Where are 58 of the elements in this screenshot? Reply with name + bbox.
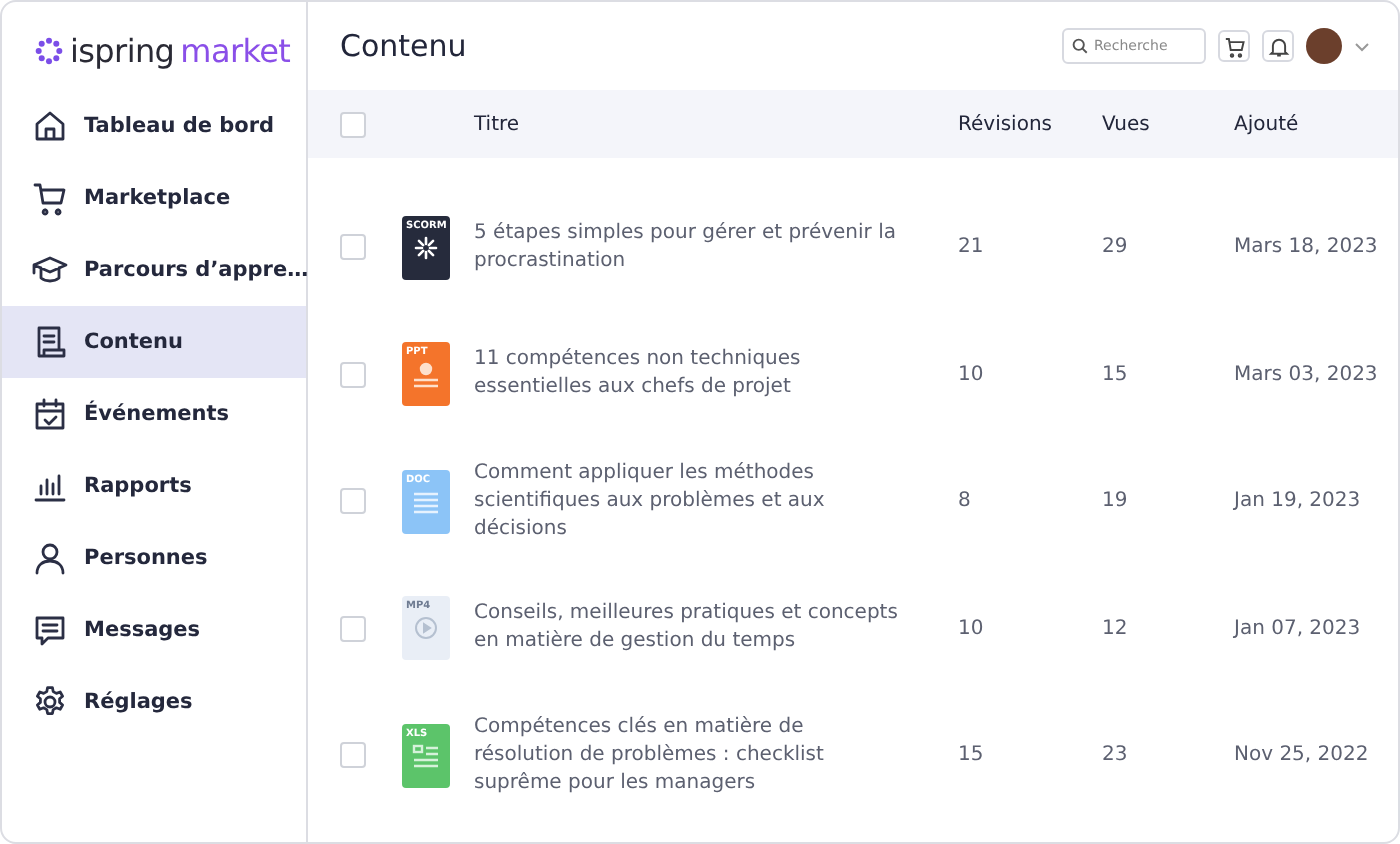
sidebar-item[interactable]: Événements [2, 378, 306, 450]
column-header: Ajouté [1234, 113, 1301, 135]
views-cell-text: 19 [1102, 490, 1130, 513]
cart-icon [32, 180, 68, 216]
content-title[interactable]: Comment appliquer les méthodes scientifiques aux problèmes et aux décisions [474, 459, 958, 544]
sidebar-item[interactable]: Tableau de bord [2, 90, 306, 162]
views-cell-text: 15 [1102, 363, 1130, 386]
message-icon [32, 612, 68, 648]
chevron-down-icon[interactable] [1354, 41, 1370, 51]
settings-icon [32, 684, 68, 720]
column-header: Titre [474, 113, 522, 135]
content-title[interactable]: Conseils, meilleures pratiques et concepts en matière de gestion du temps [474, 600, 958, 657]
home-icon [32, 108, 68, 144]
checkbox[interactable] [340, 615, 366, 642]
column-header: Révisions [958, 113, 1055, 135]
revisions-cell-text: 10 [958, 363, 986, 386]
sidebar-item[interactable]: Marketplace [2, 162, 306, 234]
sidebar-item[interactable]: Contenu [2, 306, 306, 378]
notification-button[interactable] [1262, 30, 1294, 62]
checkbox[interactable] [340, 742, 366, 769]
revisions-cell-text: 10 [958, 617, 986, 640]
logo-icon [34, 35, 64, 65]
date-cell-text: Nov 25, 2022 [1234, 744, 1371, 767]
date-cell-text: Jan 07, 2023 [1234, 617, 1363, 640]
column-header: Vues [1102, 113, 1152, 135]
views-cell-text: 23 [1102, 744, 1130, 767]
views-cell-text: 12 [1102, 617, 1130, 640]
content-title[interactable]: 11 compétences non techniques essentielles aux chefs de projet [474, 346, 958, 403]
page-title: Contenu [340, 28, 467, 64]
bell-icon [1267, 35, 1289, 57]
date-cell-text: Mars 03, 2023 [1234, 363, 1380, 386]
person-icon [32, 540, 68, 576]
search-icon [1072, 38, 1088, 54]
checkbox[interactable] [340, 488, 366, 515]
checkbox[interactable] [340, 361, 366, 388]
revisions-cell-text: 8 [958, 490, 973, 513]
calendar-icon [32, 396, 68, 432]
logo-brand-text: ispring [70, 31, 175, 69]
graduation-cap-icon [32, 252, 68, 288]
views-cell-text: 29 [1102, 236, 1130, 259]
logo-product-text: market [180, 31, 291, 69]
sidebar-item[interactable]: Rapports [2, 450, 306, 522]
sidebar-item[interactable]: Parcours d’appre… [2, 234, 306, 306]
document-icon [32, 324, 68, 360]
checkbox[interactable] [340, 111, 366, 137]
cart-icon [1223, 35, 1245, 57]
date-cell-text: Mars 18, 2023 [1234, 236, 1380, 259]
checkbox[interactable] [340, 234, 366, 261]
content-title[interactable]: Compétences clés en matière de résolution de problèmes : checklist suprême pour les managers [474, 713, 958, 798]
sidebar-item[interactable]: Personnes [2, 522, 306, 594]
sidebar-item[interactable]: Messages [2, 594, 306, 666]
sidebar-item[interactable]: Réglages [2, 666, 306, 738]
content-title[interactable]: 5 étapes simples pour gérer et prévenir la procrastination [474, 219, 958, 276]
date-cell-text: Jan 19, 2023 [1234, 490, 1363, 513]
revisions-cell-text: 21 [958, 236, 986, 259]
cart-button[interactable] [1218, 30, 1250, 62]
revisions-cell-text: 15 [958, 744, 986, 767]
avatar[interactable] [1306, 28, 1342, 64]
